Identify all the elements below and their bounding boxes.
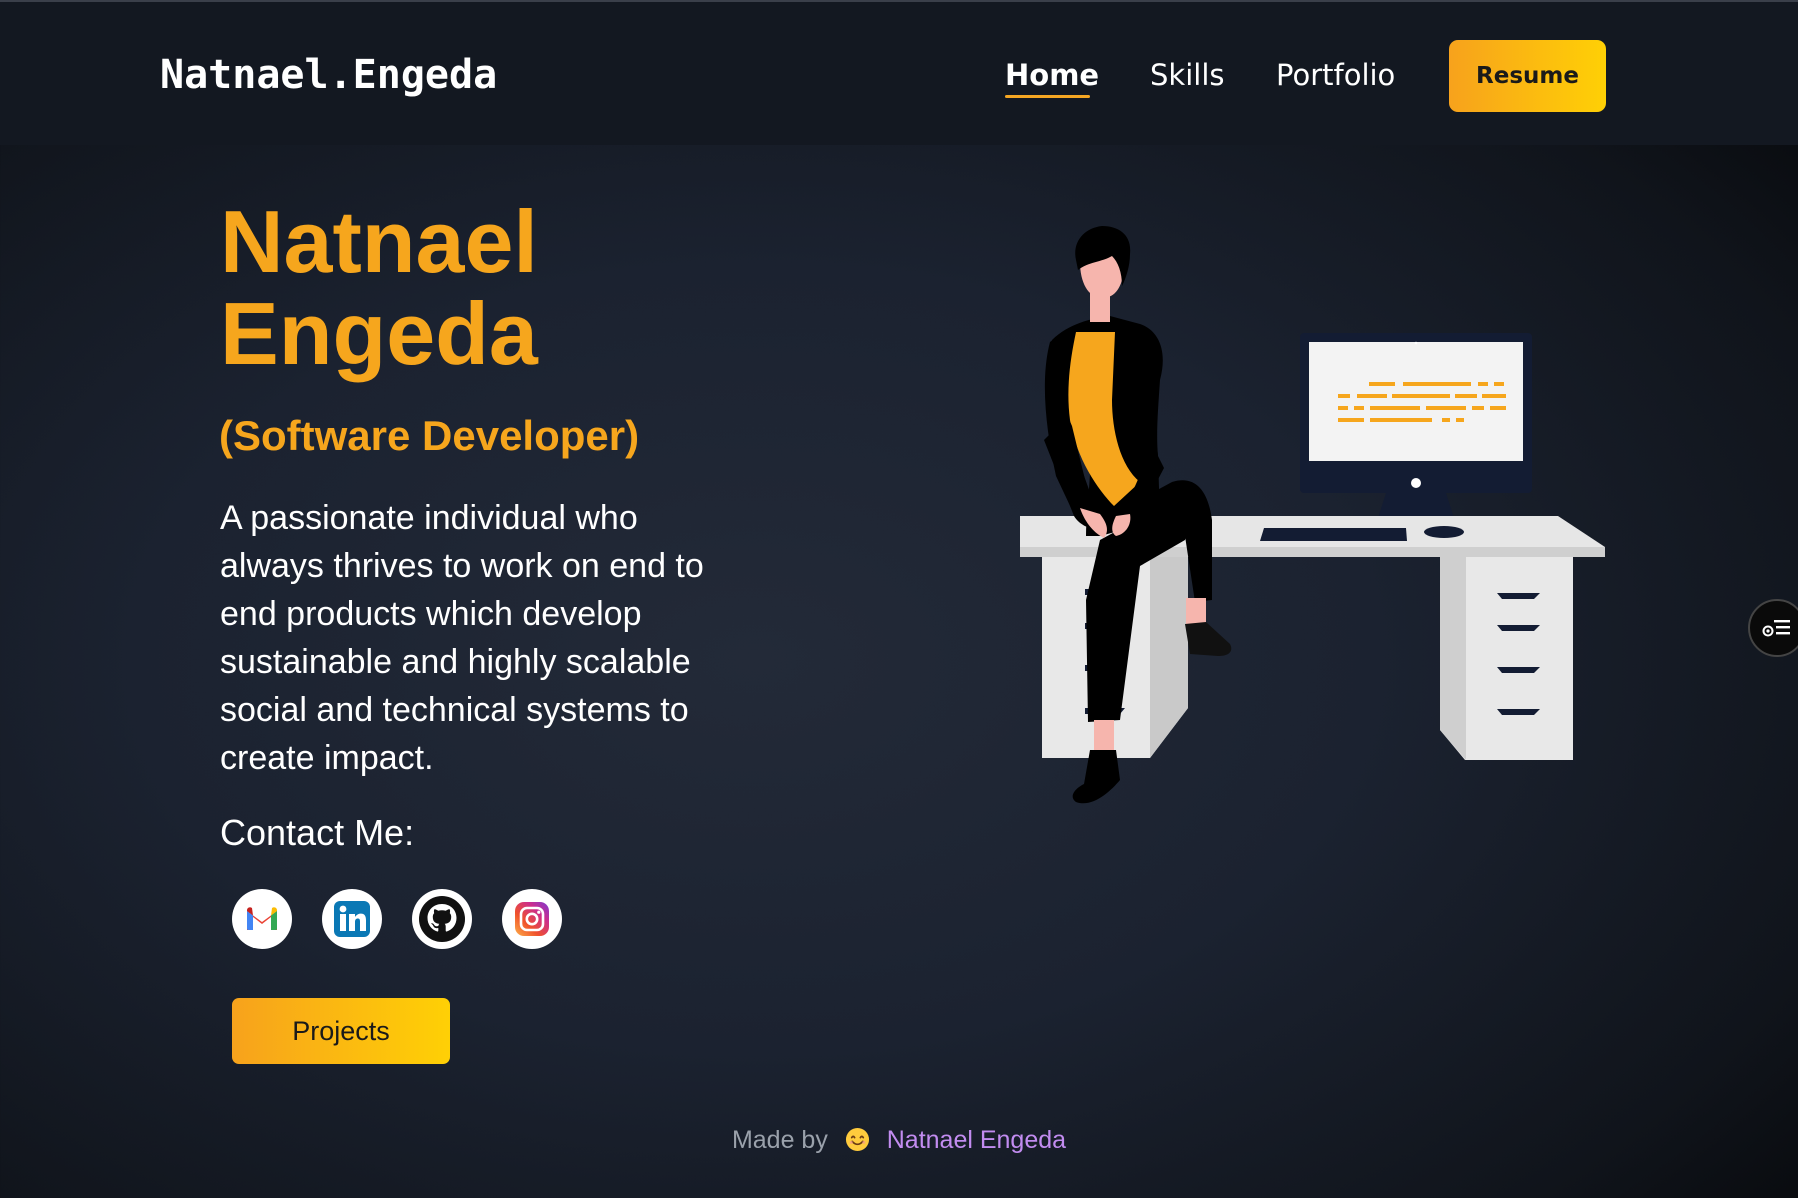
instagram-icon	[515, 902, 549, 936]
footer: Made by Natnael Engeda	[0, 1126, 1798, 1155]
instagram-link[interactable]	[502, 889, 562, 949]
projects-button[interactable]: Projects	[232, 998, 450, 1064]
hero-role: (Software Developer)	[219, 412, 640, 459]
hero-name: Natnael Engeda	[220, 196, 538, 380]
description-line: sustainable and highly scalable	[220, 643, 691, 681]
github-link[interactable]	[412, 889, 472, 949]
description-line: always thrives to work on end to	[220, 547, 704, 585]
monitor-stand	[1378, 493, 1454, 518]
hero-description: A passionate individual who always thriv…	[220, 494, 760, 782]
description-line: create impact.	[220, 739, 434, 777]
description-line: end products which develop	[220, 595, 642, 633]
nav-link-portfolio[interactable]: Portfolio	[1276, 58, 1395, 92]
accessibility-tool-button[interactable]	[1748, 599, 1798, 657]
description-line: A passionate individual who	[220, 499, 638, 537]
description-line: social and technical systems to	[220, 691, 689, 729]
accessibility-menu-icon	[1762, 620, 1790, 637]
monitor-screen	[1309, 342, 1523, 461]
hero-name-last: Engeda	[220, 284, 538, 383]
active-nav-underline	[1005, 95, 1090, 98]
site-brand[interactable]: Natnael.Engeda	[160, 52, 497, 98]
navbar: Natnael.Engeda Home Skills Portfolio Res…	[0, 2, 1798, 145]
nav-link-skills[interactable]: Skills	[1150, 58, 1224, 92]
mouse	[1424, 526, 1464, 538]
github-icon	[419, 896, 465, 942]
resume-button[interactable]: Resume	[1449, 40, 1606, 112]
footer-author-link[interactable]: Natnael Engeda	[887, 1126, 1066, 1154]
linkedin-icon	[334, 901, 370, 937]
developer-desk-illustration	[1020, 226, 1605, 804]
nav-link-home[interactable]: Home	[1005, 58, 1099, 92]
smile-emoji-icon	[845, 1127, 869, 1152]
footer-made-by: Made by	[731, 1126, 828, 1154]
gmail-link[interactable]	[232, 889, 292, 949]
keyboard	[1260, 528, 1407, 541]
gmail-icon	[247, 907, 277, 930]
hero-name-first: Natnael	[220, 192, 538, 291]
contact-label: Contact Me:	[220, 812, 415, 853]
linkedin-link[interactable]	[322, 889, 382, 949]
